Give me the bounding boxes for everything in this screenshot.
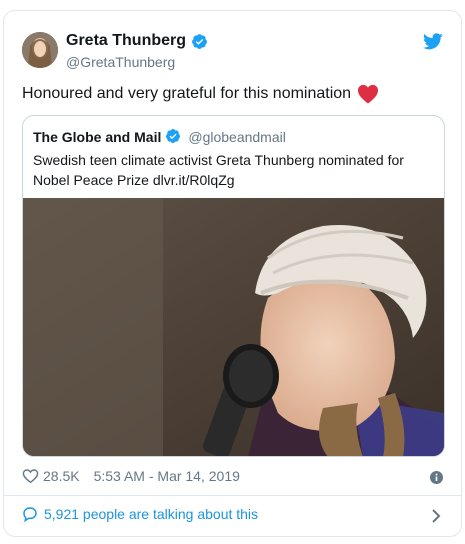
verified-badge-icon — [191, 33, 208, 50]
quoted-author-name: The Globe and Mail — [33, 128, 162, 145]
quoted-tweet-photo[interactable] — [23, 198, 444, 456]
tweet-footer: 28.5K 5:53 AM - Mar 14, 2019 — [22, 466, 240, 486]
heart-outline-icon — [22, 469, 39, 484]
info-icon[interactable] — [430, 471, 443, 484]
conversation-link[interactable]: 5,921 people are talking about this — [22, 506, 258, 522]
chevron-right-icon[interactable] — [431, 508, 441, 524]
author-name-row: Greta Thunberg — [66, 31, 208, 51]
tweet-timestamp[interactable]: 5:53 AM - Mar 14, 2019 — [94, 468, 240, 484]
like-button[interactable]: 28.5K — [22, 468, 80, 484]
like-count: 28.5K — [43, 468, 80, 484]
quoted-tweet-text: Swedish teen climate activist Greta Thun… — [33, 152, 404, 188]
tweet-text-row: Honoured and very grateful for this nomi… — [22, 83, 379, 105]
conversation-label: 5,921 people are talking about this — [44, 506, 259, 522]
twitter-bird-icon[interactable] — [423, 33, 443, 50]
footer-divider — [4, 495, 461, 496]
speech-bubble-icon — [23, 507, 37, 522]
red-heart-icon — [357, 84, 379, 104]
tweet-text: Honoured and very grateful for this nomi… — [22, 85, 352, 102]
quoted-tweet-header: The Globe and Mail @globeandmail — [33, 128, 286, 145]
quoted-author-handle: @globeandmail — [188, 128, 286, 145]
author-display-name[interactable]: Greta Thunberg — [66, 31, 186, 51]
quoted-tweet[interactable]: The Globe and Mail @globeandmail Swedish… — [22, 115, 445, 457]
author-avatar[interactable] — [22, 32, 58, 68]
author-handle[interactable]: @GretaThunberg — [66, 53, 175, 71]
verified-badge-icon — [165, 128, 182, 145]
tweet-header: Greta Thunberg @GretaThunberg — [4, 11, 461, 81]
tweet-card: Greta Thunberg @GretaThunberg Honoured a… — [3, 10, 462, 537]
